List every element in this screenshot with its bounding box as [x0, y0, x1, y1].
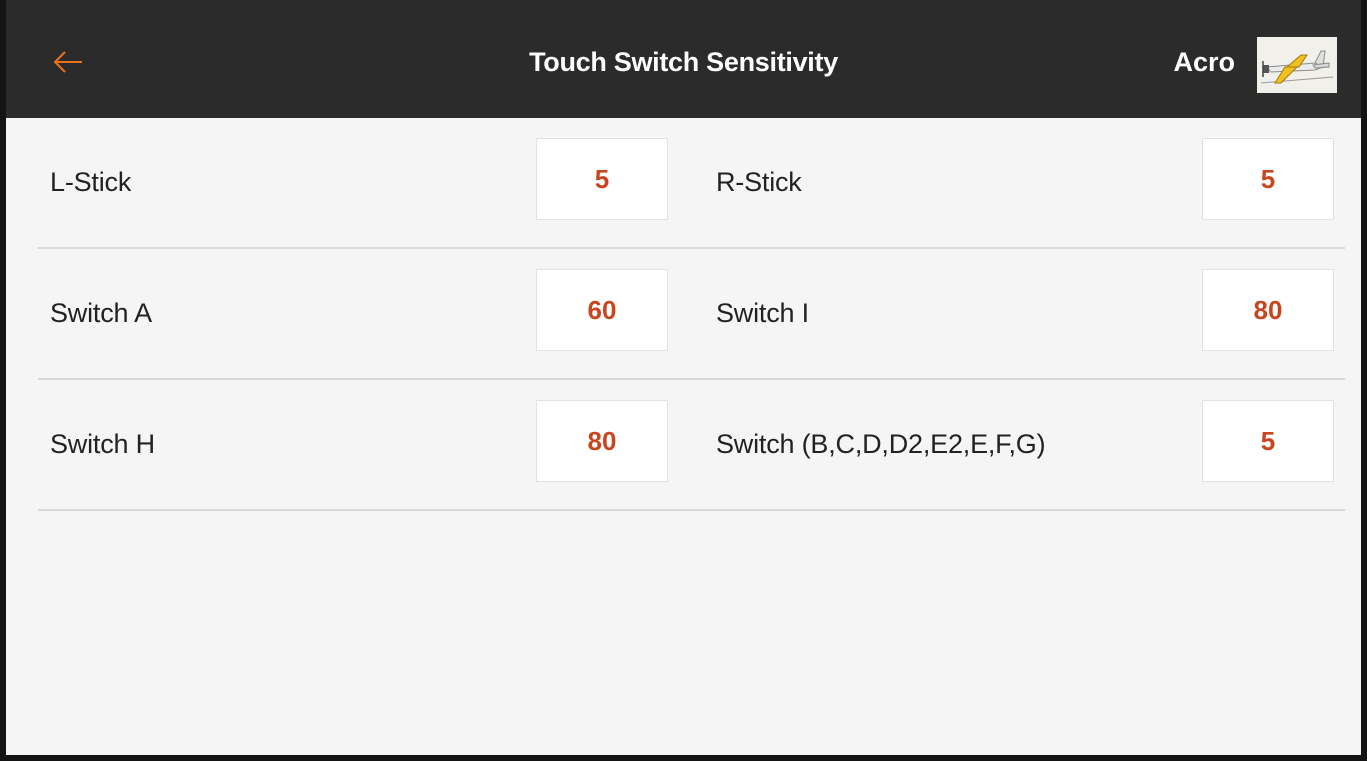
page-title: Touch Switch Sensitivity	[529, 47, 838, 77]
sensitivity-value-field[interactable]: 60	[536, 269, 668, 351]
setting-label: Switch (B,C,D,D2,E2,E,F,G)	[716, 429, 1046, 459]
header-bar: Touch Switch Sensitivity Acro	[6, 0, 1361, 118]
setting-label: Switch I	[716, 298, 809, 328]
model-name[interactable]: Acro	[1173, 46, 1235, 78]
divider	[38, 509, 1345, 511]
setting-label: L-Stick	[50, 167, 132, 197]
model-image-button[interactable]	[1257, 37, 1337, 93]
sensitivity-value-field[interactable]: 5	[1202, 138, 1334, 220]
airplane-icon	[1257, 37, 1337, 93]
list-row: Switch H 80 Switch (B,C,D,D2,E2,E,F,G) 5	[38, 380, 1345, 511]
list-row: Switch A 60 Switch I 80	[38, 249, 1345, 380]
sensitivity-value-field[interactable]: 5	[536, 138, 668, 220]
app-screen: Touch Switch Sensitivity Acro L-Stick 5 …	[0, 0, 1367, 761]
sensitivity-value-field[interactable]: 80	[1202, 269, 1334, 351]
setting-label: Switch H	[50, 429, 155, 459]
setting-label: R-Stick	[716, 167, 802, 197]
sensitivity-value-field[interactable]: 5	[1202, 400, 1334, 482]
setting-label: Switch A	[50, 298, 152, 328]
list-row: L-Stick 5 R-Stick 5	[38, 118, 1345, 249]
sensitivity-value-field[interactable]: 80	[536, 400, 668, 482]
